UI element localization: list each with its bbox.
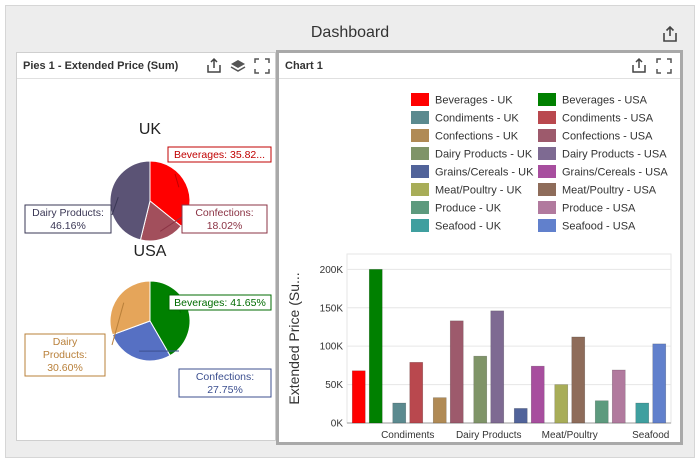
legend-label: Meat/Poultry - UK: [435, 185, 522, 197]
dashboard-export-icon[interactable]: [660, 24, 680, 44]
legend-swatch: [411, 219, 429, 232]
pie-slice-label: Beverages: 35.82...: [174, 149, 265, 161]
legend-item[interactable]: Beverages - USA: [538, 93, 648, 107]
legend-item[interactable]: Confections - UK: [411, 129, 519, 143]
legend-swatch: [538, 147, 556, 160]
bar[interactable]: [432, 397, 447, 424]
x-tick-label: Dairy Products: [456, 430, 522, 441]
legend-swatch: [411, 183, 429, 196]
bar[interactable]: [571, 336, 586, 424]
layers-icon[interactable]: [229, 57, 247, 75]
legend-label: Confections - UK: [435, 131, 519, 143]
legend-swatch: [538, 183, 556, 196]
pie-title: UK: [139, 121, 162, 138]
x-tick-label: Condiments: [381, 430, 434, 441]
legend-item[interactable]: Produce - USA: [538, 201, 636, 215]
maximize-icon[interactable]: [655, 57, 673, 75]
legend-label: Condiments - UK: [435, 113, 519, 125]
legend-label: Seafood - UK: [435, 221, 502, 233]
legend-item[interactable]: Grains/Cereals - USA: [538, 165, 668, 179]
export-icon[interactable]: [630, 57, 648, 75]
legend-item[interactable]: Dairy Products - USA: [538, 147, 667, 161]
bar[interactable]: [392, 402, 407, 424]
legend-label: Dairy Products - UK: [435, 149, 533, 161]
legend-swatch: [411, 201, 429, 214]
plot-area: 0K50K100K150K200KBeveragesCondimentsConf…: [320, 253, 672, 457]
bar[interactable]: [652, 343, 667, 424]
legend-label: Confections - USA: [562, 131, 653, 143]
bar[interactable]: [594, 400, 609, 424]
legend-label: Beverages - UK: [435, 95, 513, 107]
bar[interactable]: [635, 402, 650, 424]
pies-panel-header: Pies 1 - Extended Price (Sum): [17, 53, 275, 79]
legend-swatch: [411, 147, 429, 160]
bar[interactable]: [554, 384, 569, 424]
legend-label: Condiments - USA: [562, 113, 654, 125]
bar[interactable]: [530, 365, 545, 424]
legend-swatch: [411, 165, 429, 178]
legend-swatch: [411, 111, 429, 124]
legend-item[interactable]: Confections - USA: [538, 129, 653, 143]
legend-item[interactable]: Meat/Poultry - UK: [411, 183, 522, 197]
pies-chart: UKBeverages: 35.82...Confections: 18.02%D…: [24, 121, 272, 398]
y-tick-label: 100K: [320, 342, 344, 353]
bar[interactable]: [490, 310, 505, 424]
bar[interactable]: [513, 408, 528, 424]
legend-swatch: [411, 93, 429, 106]
pies-panel-body: UK Beverages: 35.82... Confections: 18.02% D…: [17, 79, 275, 440]
legend-item[interactable]: Meat/Poultry - USA: [538, 183, 657, 197]
y-tick-label: 0K: [331, 419, 344, 430]
legend-label: Dairy Products - USA: [562, 149, 667, 161]
legend-item[interactable]: Seafood - USA: [538, 219, 636, 233]
legend-item[interactable]: Beverages - UK: [411, 93, 513, 107]
legend-label: Grains/Cereals - UK: [435, 167, 534, 179]
chart-panel: Chart 1 Beverages - UK Condiments - UK Con…: [276, 50, 683, 457]
pie-uk: UKBeverages: 35.82...Confections: 18.02%D…: [24, 121, 272, 242]
pie-slice-label: Beverages: 41.65%: [174, 297, 266, 309]
legend-label: Meat/Poultry - USA: [562, 185, 657, 197]
legend-item[interactable]: Dairy Products - UK: [411, 147, 533, 161]
chart-panel-title: Chart 1: [285, 60, 323, 72]
legend-swatch: [538, 129, 556, 142]
maximize-icon[interactable]: [253, 57, 271, 75]
export-icon[interactable]: [205, 57, 223, 75]
bar[interactable]: [409, 362, 424, 424]
y-axis-title: Extended Price (Su...: [286, 272, 302, 404]
bar[interactable]: [611, 369, 626, 424]
legend-item[interactable]: Seafood - UK: [411, 219, 502, 233]
y-tick-label: 200K: [320, 265, 344, 276]
legend-item[interactable]: Condiments - USA: [538, 111, 654, 125]
y-tick-label: 150K: [320, 303, 344, 314]
bar[interactable]: [449, 320, 464, 424]
legend-label: Seafood - USA: [562, 221, 636, 233]
legend-item[interactable]: Condiments - UK: [411, 111, 519, 125]
pie-title: USA: [134, 243, 167, 260]
bar-chart: Beverages - UK Condiments - UK Confections…: [286, 93, 672, 457]
legend-swatch: [411, 129, 429, 142]
bar[interactable]: [368, 269, 383, 424]
pies-panel-title: Pies 1 - Extended Price (Sum): [23, 60, 179, 72]
legend-item[interactable]: Grains/Cereals - UK: [411, 165, 534, 179]
x-tick-label: Seafood: [632, 430, 669, 441]
legend-item[interactable]: Produce - UK: [411, 201, 502, 215]
legend-swatch: [538, 111, 556, 124]
dashboard-title: Dashboard: [310, 24, 390, 41]
legend-label: Produce - USA: [562, 203, 636, 215]
legend-label: Grains/Cereals - USA: [562, 167, 668, 179]
bar[interactable]: [351, 370, 366, 424]
legend-label: Beverages - USA: [562, 95, 648, 107]
chart-panel-body: Beverages - UK Condiments - UK Confections…: [279, 79, 680, 457]
pie-usa: USABeverages: 41.65%Confections: 27.75%Da…: [24, 243, 272, 398]
chart-panel-header: Chart 1: [279, 53, 680, 79]
chart-legend: Beverages - UK Condiments - UK Confections…: [411, 93, 668, 233]
legend-swatch: [538, 165, 556, 178]
pies-panel: Pies 1 - Extended Price (Sum) UK Beverage…: [16, 52, 276, 441]
legend-label: Produce - UK: [435, 203, 502, 215]
legend-swatch: [538, 219, 556, 232]
legend-swatch: [538, 93, 556, 106]
x-tick-label: Meat/Poultry: [542, 430, 598, 441]
legend-swatch: [538, 201, 556, 214]
bar[interactable]: [473, 355, 488, 424]
y-tick-label: 50K: [325, 380, 343, 391]
